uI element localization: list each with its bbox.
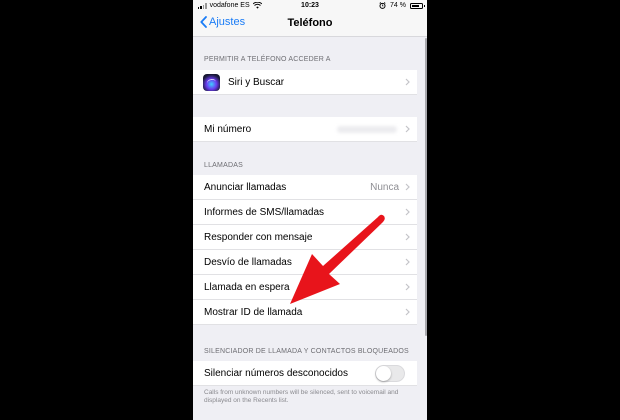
announce-calls-row[interactable]: Anunciar llamadas Nunca [193,175,417,200]
scrollbar[interactable] [425,38,427,336]
navigation-bar: Ajustes Teléfono [193,12,427,37]
battery-percent: 74 % [390,2,406,9]
red-arrow-annotation [290,214,385,304]
silence-unknown-row: Silenciar números desconocidos [193,361,417,386]
redacted-phone-number [337,126,397,133]
silence-unknown-label: Silenciar números desconocidos [204,367,348,379]
section-header-silencing: SILENCIADOR DE LLAMADA Y CONTACTOS BLOQU… [204,348,409,355]
siri-icon [203,73,220,91]
announce-calls-value: Nunca [370,182,399,193]
chevron-right-icon [405,208,410,216]
silence-unknown-toggle[interactable] [375,365,405,382]
page-title: Teléfono [287,17,333,29]
chevron-right-icon [405,78,410,86]
list-item-label: Llamada en espera [204,281,290,293]
my-number-label: Mi número [204,123,252,135]
toggle-knob [376,366,391,381]
list-item-label: Anunciar llamadas [204,181,287,193]
chevron-right-icon [405,283,410,291]
siri-row[interactable]: Siri y Buscar [193,70,417,95]
list-item-label: Desvío de llamadas [204,256,292,268]
chevron-right-icon [405,258,410,266]
status-right: 74 % [379,2,425,9]
status-bar: vodafone ES 10:23 74 % [193,0,427,12]
battery-level-fill [412,4,419,7]
section-header-access: PERMITIR A TELÉFONO ACCEDER A [204,56,331,63]
chevron-right-icon [405,183,410,191]
my-number-row[interactable]: Mi número [193,117,417,142]
chevron-right-icon [405,125,410,133]
chevron-right-icon [405,233,410,241]
alarm-icon [379,2,386,9]
silencing-footer-text: Calls from unknown numbers will be silen… [204,389,399,405]
battery-icon [410,2,425,9]
phone-screen: vodafone ES 10:23 74 % Ajustes Teléfono … [193,0,427,420]
chevron-right-icon [405,308,410,316]
siri-row-label: Siri y Buscar [228,76,285,88]
section-header-calls: LLAMADAS [204,162,243,169]
